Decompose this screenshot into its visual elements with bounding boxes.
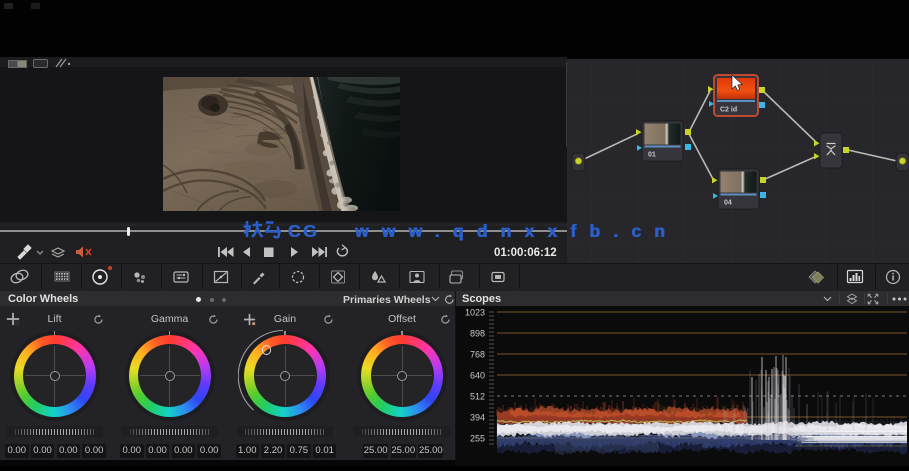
svg-text:394: 394: [470, 413, 485, 423]
svg-text:640: 640: [470, 371, 485, 381]
svg-text:898: 898: [470, 329, 485, 339]
svg-text:512: 512: [470, 392, 485, 402]
svg-text:255: 255: [470, 434, 485, 444]
svg-text:04: 04: [724, 200, 732, 207]
svg-text:01: 01: [648, 152, 656, 159]
svg-text:768: 768: [470, 350, 485, 360]
svg-text:1023: 1023: [465, 308, 485, 318]
svg-text:C2 id: C2 id: [720, 107, 737, 114]
